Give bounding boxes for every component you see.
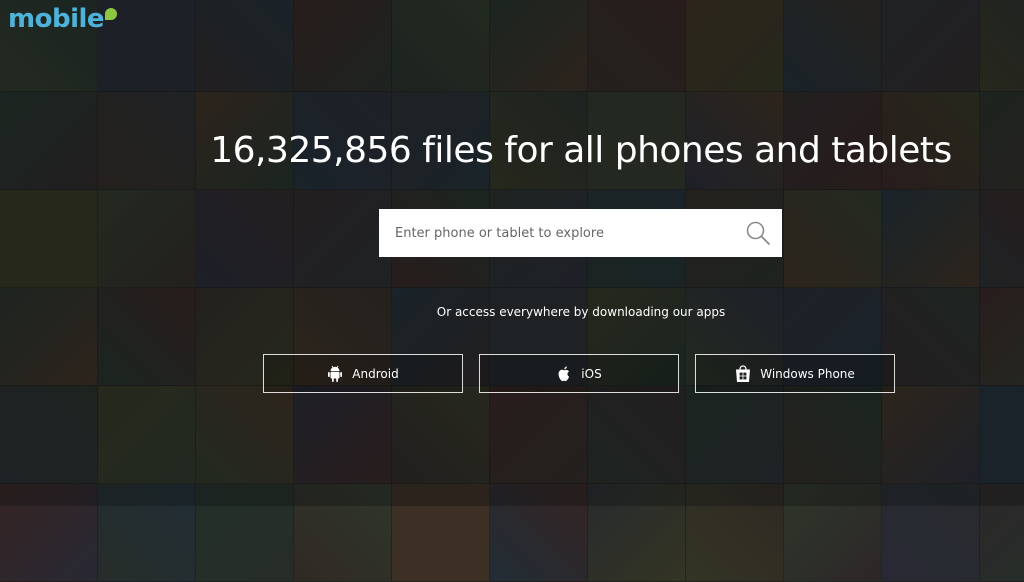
logo-text: mobile [8,4,105,34]
search-icon [746,221,770,245]
android-app-label: Android [352,366,399,381]
apps-subtext: Or access everywhere by downloading our … [436,305,726,319]
site-logo[interactable]: mobile [8,2,118,36]
hero-headline: 16,325,856 files for all phones and tabl… [210,130,952,171]
ios-app-label: iOS [581,366,602,381]
android-app-button[interactable]: Android [263,354,463,393]
windows-phone-app-label: Windows Phone [760,366,855,381]
windows-phone-app-button[interactable]: Windows Phone [695,354,895,393]
ios-app-button[interactable]: iOS [479,354,679,393]
search-input[interactable] [379,209,734,257]
logo-mark-icon [105,8,118,20]
android-icon [328,365,343,382]
app-download-buttons: Android iOS Windows Phone [263,354,895,393]
search-box [379,209,782,257]
apple-icon [558,365,570,381]
windows-store-icon [736,364,751,382]
search-button[interactable] [734,209,782,257]
